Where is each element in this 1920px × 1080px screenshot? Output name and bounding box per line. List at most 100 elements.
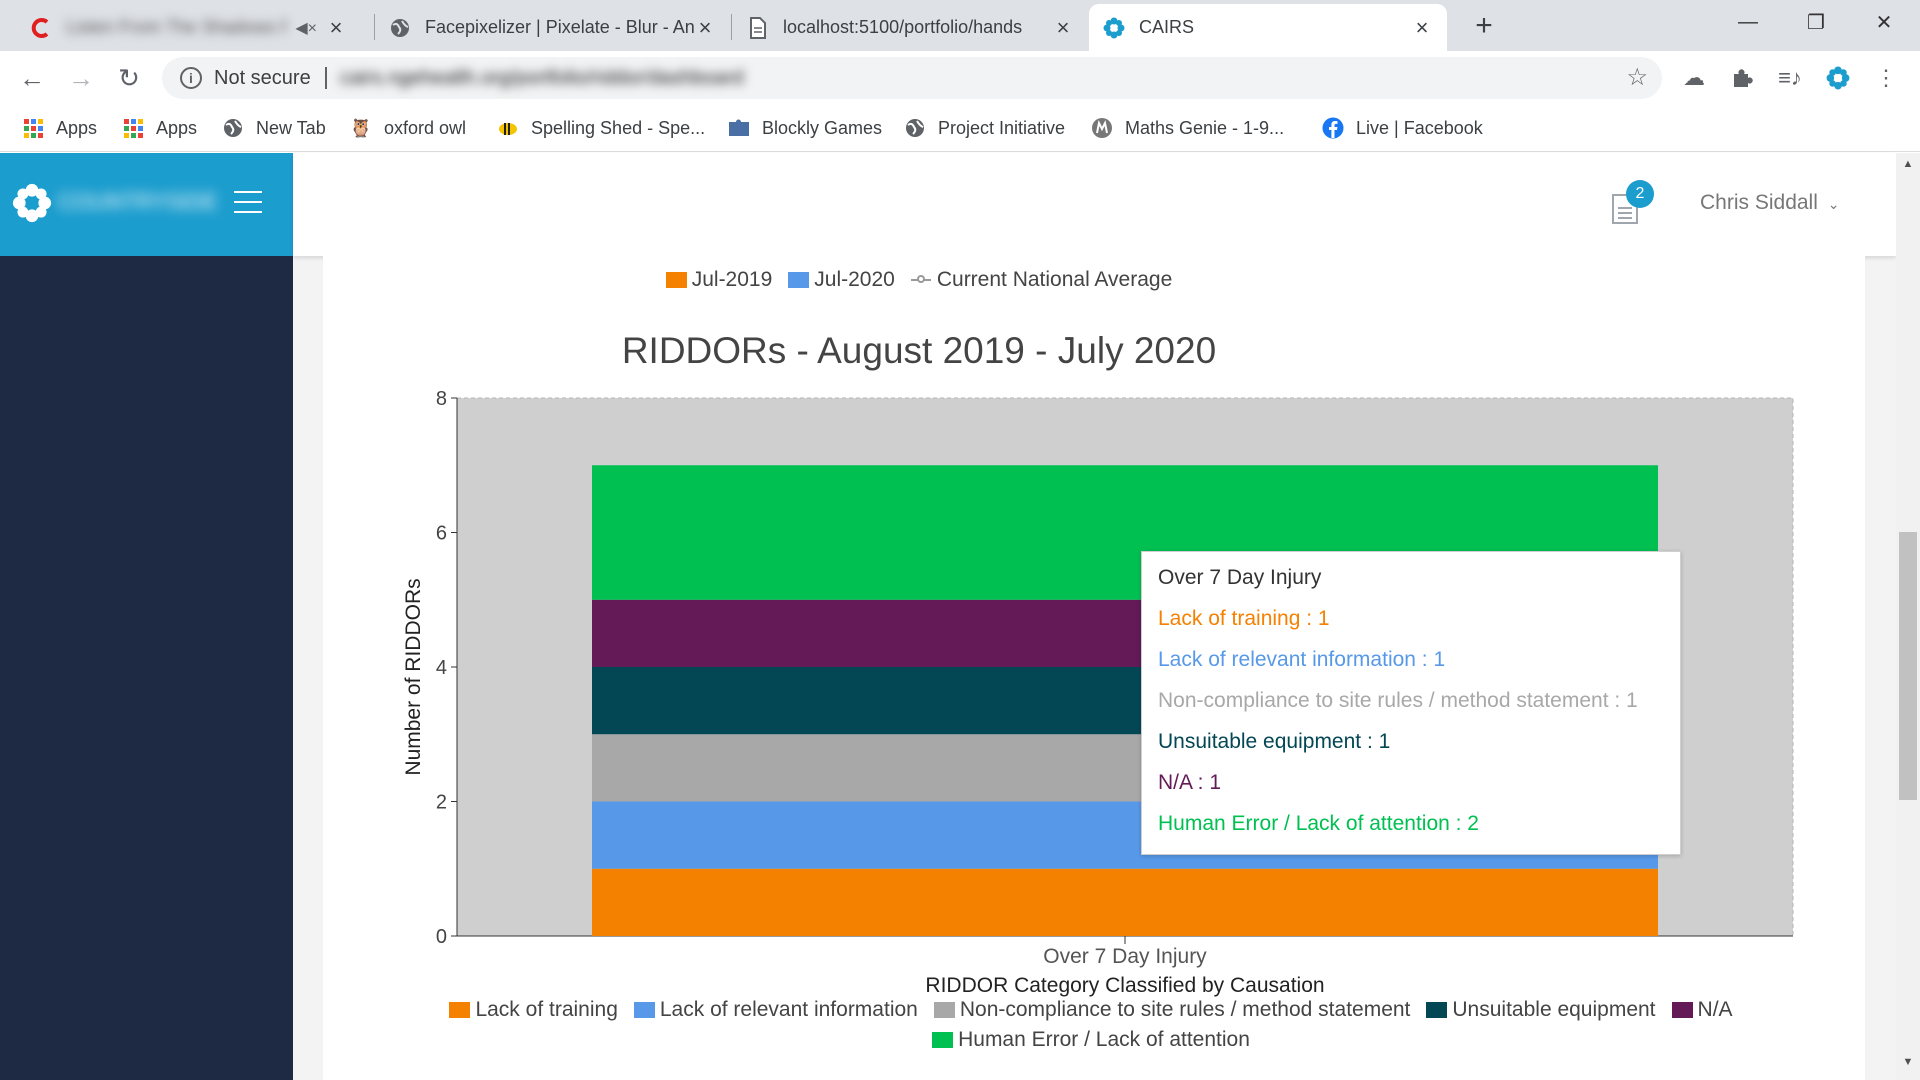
red-c-icon [30, 17, 52, 39]
legend-item-unsuitable-equipment[interactable]: Unsuitable equipment [1426, 998, 1656, 1022]
tab-localhost[interactable]: localhost:5100/portfolio/hands × [733, 4, 1088, 51]
bookmark-new-tab[interactable]: New Tab [222, 114, 326, 142]
legend-swatch [788, 272, 810, 288]
bookmark-oxford-owl[interactable]: 🦉 oxford owl [350, 114, 466, 142]
bookmark-star-icon[interactable]: ☆ [1626, 63, 1648, 92]
bookmark-label: Maths Genie - 1-9... [1125, 117, 1285, 138]
bookmark-apps[interactable]: Apps [122, 114, 197, 142]
legend-label: Jul-2020 [814, 268, 895, 291]
close-tab-icon[interactable]: × [325, 15, 347, 41]
url-text[interactable]: cairs.ngehealth.org/portfolio/riddor/das… [340, 67, 744, 90]
tab-title: localhost:5100/portfolio/hands [783, 17, 1023, 37]
legend-label: Jul-2019 [691, 268, 773, 291]
new-tab-button[interactable]: + [1466, 8, 1502, 44]
legend-swatch [933, 1002, 955, 1018]
legend-line-swatch [910, 272, 931, 288]
browser-tab-strip: Listen From The Shadows Pt ◀× × Facepixe… [0, 0, 1920, 51]
close-tab-icon[interactable]: × [1411, 15, 1433, 41]
not-secure-label: Not secure [214, 67, 311, 89]
muted-speaker-icon[interactable]: ◀× [295, 18, 317, 38]
bookmark-label: Project Initiative [938, 117, 1066, 138]
bookmark-facebook[interactable]: Live | Facebook [1322, 114, 1483, 142]
owl-icon: 🦉 [349, 117, 373, 138]
facebook-icon [1322, 117, 1344, 139]
puzzle-icon [728, 117, 750, 139]
sidebar: COUNTRYSIDE [0, 153, 293, 1080]
minimize-window-button[interactable]: — [1714, 0, 1782, 44]
tab-facepixelizer[interactable]: Facepixelizer | Pixelate - Blur - An × [375, 4, 730, 51]
bookmark-apps[interactable]: Apps [22, 114, 97, 142]
legend-item-jul-2019[interactable]: Jul-2019 [665, 268, 773, 292]
bookmark-label: New Tab [256, 117, 326, 138]
apps-grid-icon [22, 117, 44, 139]
legend-item-national-average[interactable]: Current National Average [910, 268, 1172, 292]
legend-item-non-compliance[interactable]: Non-compliance to site rules / method st… [933, 998, 1410, 1022]
company-logo-icon[interactable] [12, 183, 52, 223]
scroll-down-arrow-icon[interactable]: ▼ [1899, 1056, 1917, 1076]
bookmark-maths-genie[interactable]: Maths Genie - 1-9... [1091, 114, 1284, 142]
back-button[interactable]: ← [13, 59, 51, 97]
legend-item-lack-of-relevant-information[interactable]: Lack of relevant information [633, 998, 918, 1022]
legend-item-jul-2020[interactable]: Jul-2020 [788, 268, 895, 292]
apps-grid-icon [122, 117, 144, 139]
cairs-logo-icon [1103, 17, 1125, 39]
document-icon [747, 16, 769, 39]
tooltip-line: Non-compliance to site rules / method st… [1158, 689, 1638, 712]
legend-label: Unsuitable equipment [1452, 998, 1656, 1021]
tab-title: Listen From The Shadows Pt [66, 17, 288, 37]
extensions-puzzle-icon[interactable] [1726, 62, 1758, 94]
scrollbar-thumb[interactable] [1899, 532, 1917, 800]
chart-top-legend: Jul-2019 Jul-2020 Current National Avera… [0, 268, 1838, 292]
tab-title: Facepixelizer | Pixelate - Blur - An [425, 17, 694, 37]
legend-swatch [1426, 1002, 1448, 1018]
bookmark-label: Apps [156, 117, 198, 138]
tooltip-line: Human Error / Lack of attention : 2 [1158, 812, 1479, 835]
close-tab-icon[interactable]: × [694, 15, 716, 41]
browser-menu-icon[interactable]: ⋮ [1870, 62, 1902, 94]
bookmark-spelling-shed[interactable]: Spelling Shed - Spe... [497, 114, 705, 142]
legend-swatch [932, 1032, 954, 1048]
tooltip-line: Lack of relevant information : 1 [1158, 648, 1446, 671]
divider [325, 67, 327, 89]
legend-item-na[interactable]: N/A [1671, 998, 1733, 1022]
tooltip-line: Unsuitable equipment : 1 [1158, 730, 1391, 753]
address-bar[interactable]: i Not secure cairs.ngehealth.org/portfol… [162, 57, 1662, 99]
legend-item-human-error[interactable]: Human Error / Lack of attention [932, 1028, 1250, 1052]
legend-swatch [633, 1002, 655, 1018]
media-control-icon[interactable]: ≡♪ [1774, 62, 1806, 94]
close-window-button[interactable]: ✕ [1850, 0, 1918, 44]
bookmark-label: Blockly Games [762, 117, 883, 138]
screen: Listen From The Shadows Pt ◀× × Facepixe… [0, 0, 1920, 1080]
legend-swatch [449, 1002, 471, 1018]
bookmark-label: Spelling Shed - Spe... [531, 117, 706, 138]
tooltip-line: Lack of training : 1 [1158, 607, 1330, 630]
cloud-extension-icon[interactable]: ☁ [1678, 62, 1710, 94]
bookmark-blockly-games[interactable]: Blockly Games [728, 114, 882, 142]
forward-button[interactable]: → [62, 59, 100, 97]
restore-window-button[interactable]: ❐ [1782, 0, 1850, 44]
user-name: Chris Siddall [1700, 191, 1818, 214]
chart-title: RIDDORs - August 2019 - July 2020 [621, 330, 1217, 371]
chart-bottom-legend: Lack of training Lack of relevant inform… [376, 998, 1806, 1052]
user-menu[interactable]: Chris Siddall ⌄ [1700, 191, 1839, 215]
tab-title: CAIRS [1139, 17, 1195, 37]
bookmarks-bar: Apps Apps New Tab 🦉 oxford owl Spelling … [0, 104, 1920, 152]
cairs-extension-icon[interactable] [1822, 62, 1854, 94]
brand-name: COUNTRYSIDE [58, 189, 218, 214]
legend-swatch [1671, 1002, 1693, 1018]
legend-item-lack-of-training[interactable]: Lack of training [449, 998, 618, 1022]
info-icon[interactable]: i [180, 67, 202, 89]
reload-button[interactable]: ↻ [110, 59, 148, 97]
bookmark-label: oxford owl [384, 117, 467, 138]
legend-label: N/A [1697, 998, 1733, 1021]
maths-genie-icon [1091, 117, 1113, 139]
close-tab-icon[interactable]: × [1052, 15, 1074, 41]
tooltip-title: Over 7 Day Injury [1158, 566, 1322, 589]
legend-swatch [665, 272, 687, 288]
tab-music[interactable]: Listen From The Shadows Pt ◀× × [16, 4, 361, 51]
tab-separator [731, 14, 732, 40]
tab-cairs[interactable]: CAIRS × [1089, 4, 1447, 51]
scroll-up-arrow-icon[interactable]: ▲ [1899, 158, 1917, 178]
hamburger-menu-icon[interactable] [234, 191, 262, 221]
bookmark-project-initiative[interactable]: Project Initiative [904, 114, 1065, 142]
